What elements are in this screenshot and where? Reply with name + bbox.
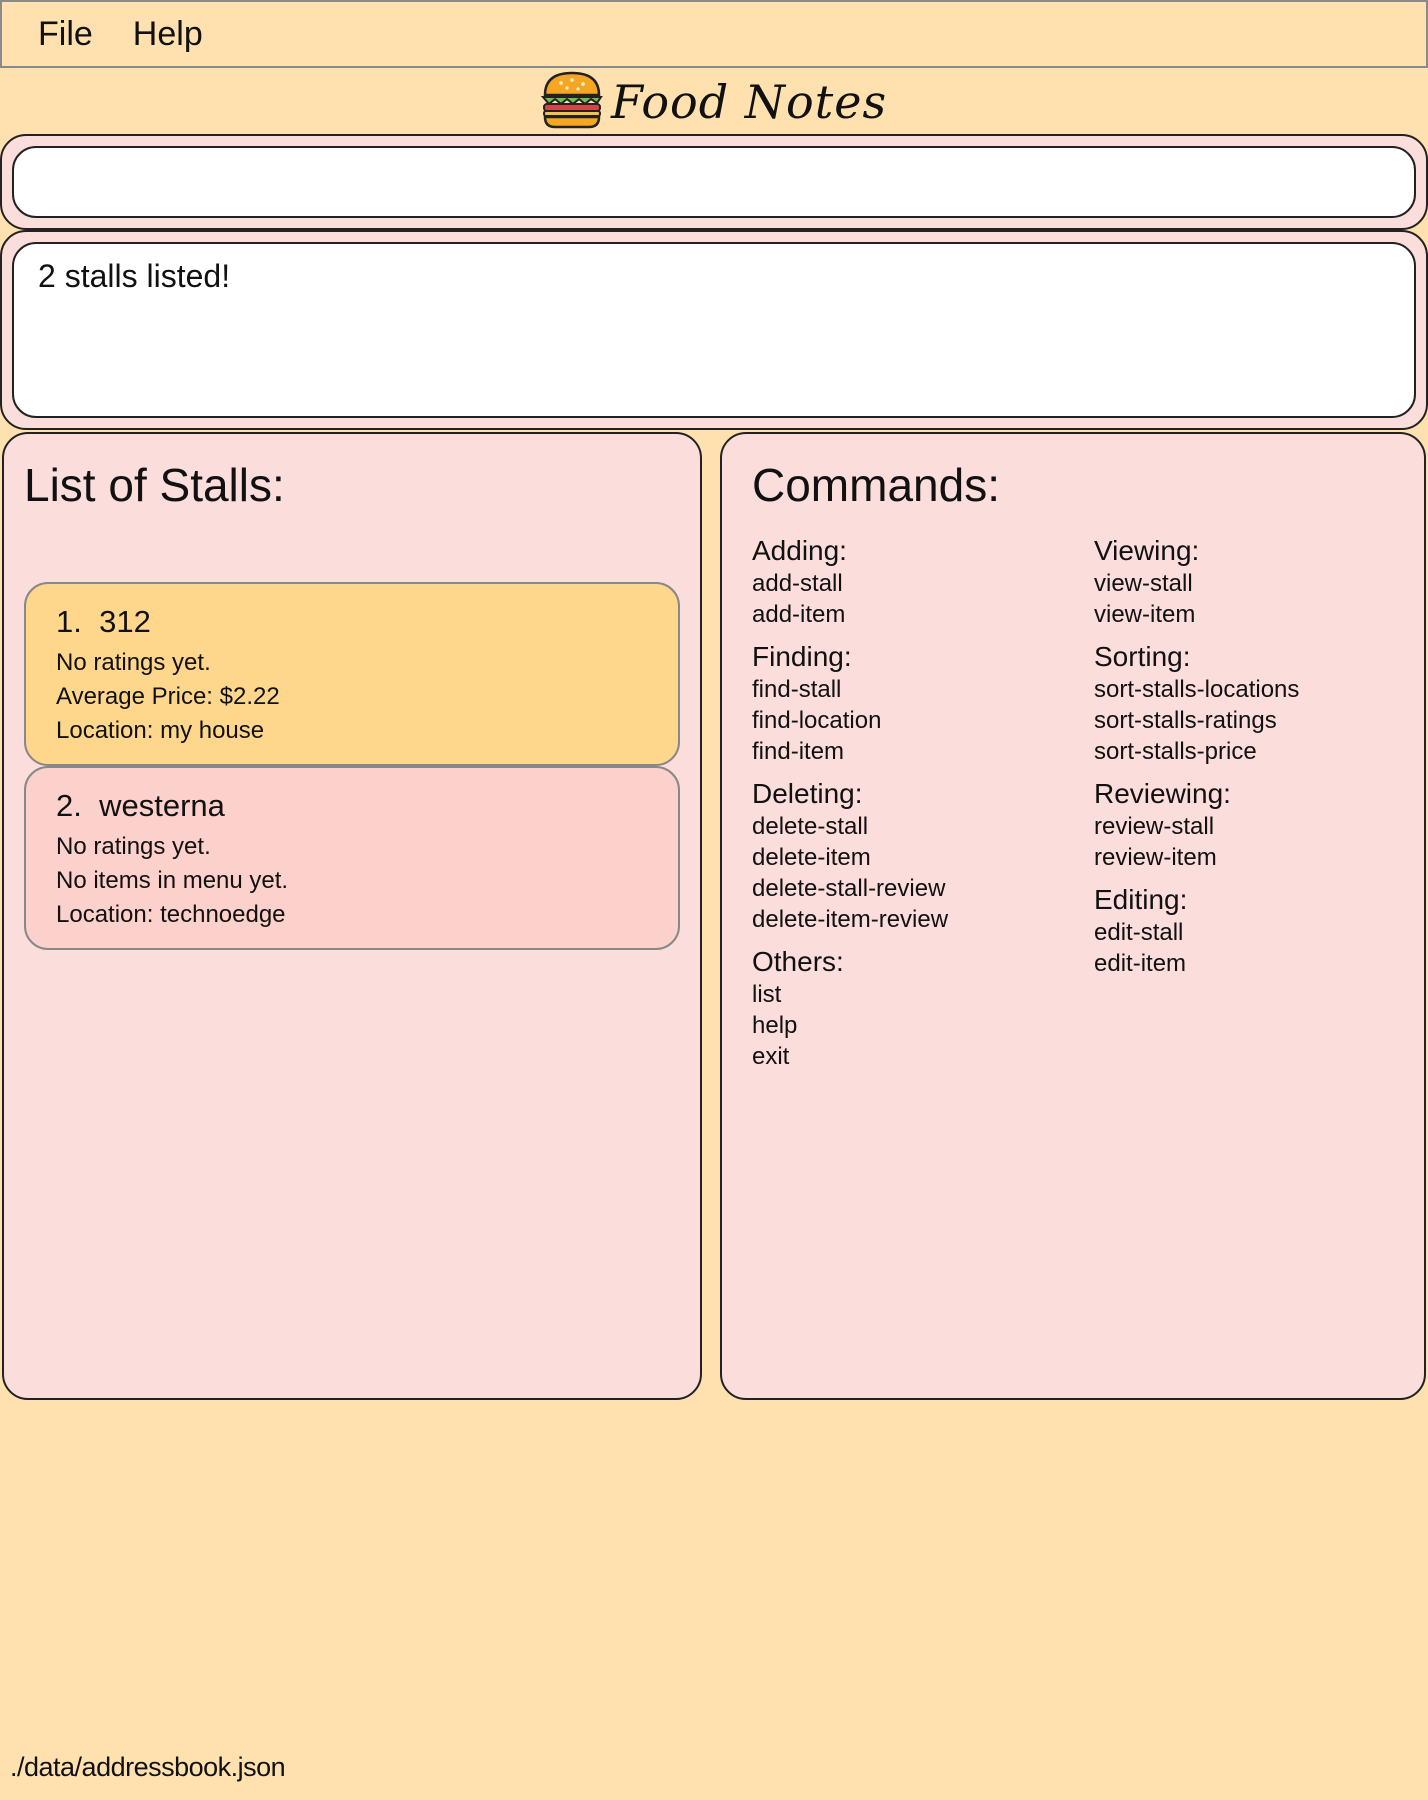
commands-panel: Commands: Adding: add-stall add-item Findin… <box>720 432 1426 1400</box>
app-logo: Food Notes <box>0 70 1428 134</box>
stall-list-panel: List of Stalls: 1. 312 No ratings yet. Ave… <box>2 432 702 1400</box>
stall-title: westerna <box>99 788 225 823</box>
command-group: Adding: add-stall add-item <box>752 534 948 630</box>
stall-name: 1. 312 <box>56 604 678 640</box>
menu-help[interactable]: Help <box>119 15 229 54</box>
command-group: Sorting: sort-stalls-locations sort-stalls… <box>1094 640 1299 767</box>
command-group: Viewing: view-stall view-item <box>1094 534 1299 630</box>
command-item: review-item <box>1094 844 1217 871</box>
command-item: sort-stalls-ratings <box>1094 707 1277 734</box>
command-group: Reviewing: review-stall review-item <box>1094 777 1299 873</box>
command-group-heading: Others: <box>752 946 844 977</box>
command-item: delete-stall <box>752 813 869 840</box>
command-item: view-item <box>1094 601 1196 628</box>
command-item: add-item <box>752 601 846 628</box>
command-input[interactable] <box>12 146 1416 218</box>
command-item: list <box>752 981 782 1008</box>
menu-bar: File Help <box>0 0 1428 68</box>
stall-index: 2. <box>56 788 82 823</box>
command-group-heading: Reviewing: <box>1094 778 1231 809</box>
stall-title: 312 <box>99 604 151 639</box>
commands-column-right: Viewing: view-stall view-item Sorting: sort-… <box>1094 534 1299 989</box>
command-item: delete-item <box>752 844 871 871</box>
stall-name: 2. westerna <box>56 788 678 824</box>
result-display: 2 stalls listed! <box>12 242 1416 418</box>
command-item: exit <box>752 1043 790 1070</box>
command-item: view-stall <box>1094 570 1193 597</box>
stall-rating: No ratings yet. <box>56 649 211 676</box>
command-group: Editing: edit-stall edit-item <box>1094 883 1299 979</box>
commands-column-left: Adding: add-stall add-item Finding: find-sta… <box>752 534 948 1082</box>
status-bar-path: ./data/addressbook.json <box>10 1752 286 1782</box>
command-item: edit-stall <box>1094 919 1184 946</box>
command-group-heading: Sorting: <box>1094 641 1191 672</box>
command-item: help <box>752 1012 798 1039</box>
stall-card[interactable]: 1. 312 No ratings yet. Average Price: $2.2… <box>24 582 680 766</box>
command-item: review-stall <box>1094 813 1215 840</box>
command-group: Deleting: delete-stall delete-item delete-s… <box>752 777 948 935</box>
burger-icon <box>540 71 603 133</box>
result-display-panel: 2 stalls listed! <box>0 230 1428 430</box>
command-group-heading: Viewing: <box>1094 535 1200 566</box>
command-item: find-stall <box>752 676 842 703</box>
stall-location: Location: technoedge <box>56 901 286 928</box>
stall-location: Location: my house <box>56 717 265 744</box>
stall-index: 1. <box>56 604 82 639</box>
command-group: Others: list help exit <box>752 945 948 1072</box>
command-group-heading: Deleting: <box>752 778 863 809</box>
command-group: Finding: find-stall find-location find-item <box>752 640 948 767</box>
command-group-heading: Adding: <box>752 535 847 566</box>
stall-info: No items in menu yet. <box>56 867 289 894</box>
command-item: delete-item-review <box>752 906 949 933</box>
command-item: sort-stalls-locations <box>1094 676 1300 703</box>
command-item: sort-stalls-price <box>1094 738 1257 765</box>
app-logo-text: Food Notes <box>610 75 888 129</box>
command-item: find-item <box>752 738 845 765</box>
commands-title: Commands: <box>752 459 1000 511</box>
command-item: edit-item <box>1094 950 1187 977</box>
stall-info: Average Price: $2.22 <box>56 683 280 710</box>
command-item: find-location <box>752 707 882 734</box>
command-group-heading: Finding: <box>752 641 852 672</box>
command-item: add-stall <box>752 570 843 597</box>
stall-list-title: List of Stalls: <box>24 459 285 511</box>
command-box-panel <box>0 134 1428 230</box>
command-group-heading: Editing: <box>1094 884 1188 915</box>
menu-file[interactable]: File <box>24 15 119 54</box>
stall-rating: No ratings yet. <box>56 833 211 860</box>
stall-card[interactable]: 2. westerna No ratings yet. No items in me… <box>24 766 680 950</box>
command-item: delete-stall-review <box>752 875 946 902</box>
result-message: 2 stalls listed! <box>38 258 231 294</box>
